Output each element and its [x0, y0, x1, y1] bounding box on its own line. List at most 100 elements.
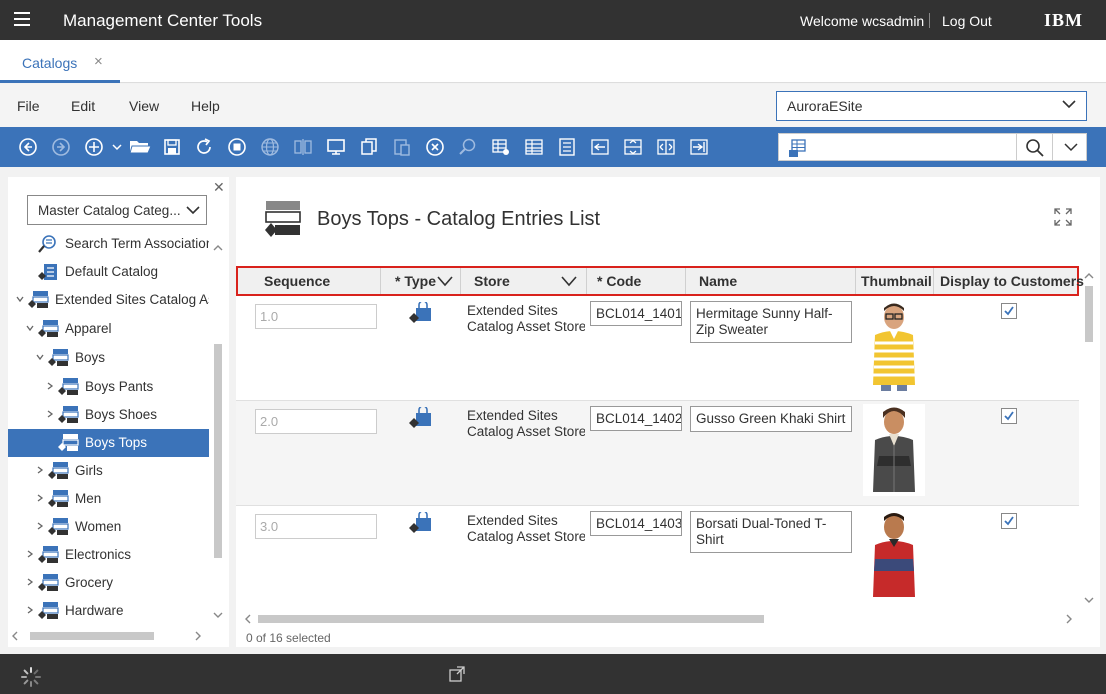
product-thumbnail[interactable]: [863, 509, 925, 601]
stop-icon[interactable]: [227, 137, 247, 157]
menu-file[interactable]: File: [17, 98, 40, 114]
caret-right-icon[interactable]: [46, 382, 54, 390]
properties-icon[interactable]: [557, 137, 577, 157]
product-thumbnail[interactable]: [863, 299, 925, 391]
caret-right-icon[interactable]: [36, 522, 44, 530]
move-right-icon[interactable]: [689, 137, 709, 157]
display-checkbox[interactable]: [1001, 303, 1017, 319]
table-row[interactable]: 1.0 Extended Sites Catalog Asset Store BC…: [236, 296, 1079, 401]
tree-item[interactable]: Hardware: [8, 597, 209, 625]
sequence-input[interactable]: 1.0: [255, 304, 377, 329]
caret-right-icon[interactable]: [26, 606, 34, 614]
chevron-down-icon[interactable]: [437, 274, 453, 288]
menu-help[interactable]: Help: [191, 98, 220, 114]
sequence-input[interactable]: 2.0: [255, 409, 377, 434]
store-select-value: AuroraESite: [787, 98, 863, 114]
tree-item[interactable]: Grocery: [8, 569, 209, 597]
column-thumbnail[interactable]: Thumbnail: [856, 268, 934, 294]
column-sequence[interactable]: Sequence: [238, 268, 381, 294]
back-icon[interactable]: [18, 137, 38, 157]
chevron-down-icon[interactable]: [1064, 140, 1078, 154]
tree-item[interactable]: Women: [8, 513, 209, 541]
split-icon[interactable]: [656, 137, 676, 157]
maximize-icon[interactable]: [1053, 207, 1073, 227]
move-up-down-icon[interactable]: [623, 137, 643, 157]
logout-link[interactable]: Log Out: [942, 13, 992, 29]
popout-icon[interactable]: [449, 666, 465, 682]
explorer-filter-select[interactable]: Master Catalog Categ...: [27, 195, 207, 225]
tree-item[interactable]: Electronics: [8, 541, 209, 569]
column-store[interactable]: Store: [461, 268, 587, 294]
caret-right-icon[interactable]: [26, 578, 34, 586]
tree-horizontal-scrollbar[interactable]: [8, 627, 229, 645]
column-display-to-customers[interactable]: Display to Customers: [934, 268, 1084, 294]
tree-item[interactable]: Boys Tops: [8, 429, 209, 457]
tree-item[interactable]: Girls: [8, 457, 209, 485]
preview-icon[interactable]: [326, 137, 346, 157]
name-input[interactable]: Gusso Green Khaki Shirt: [690, 406, 852, 432]
name-input[interactable]: Borsati Dual-Toned T-Shirt: [690, 511, 852, 553]
tree-item-label: Women: [75, 519, 122, 534]
search-icon[interactable]: [1025, 138, 1045, 158]
product-thumbnail[interactable]: [863, 404, 925, 496]
store-select[interactable]: AuroraESite: [776, 91, 1087, 121]
grid-list-icon[interactable]: [524, 137, 544, 157]
tree-item[interactable]: Boys Pants: [8, 373, 209, 401]
globe-icon[interactable]: [260, 137, 280, 157]
delete-icon[interactable]: [425, 137, 445, 157]
caret-right-icon[interactable]: [26, 550, 34, 558]
column-code[interactable]: * Code: [587, 268, 686, 294]
paste-icon[interactable]: [392, 137, 412, 157]
code-input[interactable]: BCL014_1403: [590, 511, 682, 536]
tree-item[interactable]: Boys: [8, 344, 209, 372]
save-icon[interactable]: [162, 137, 182, 157]
category-icon: [38, 320, 59, 337]
display-checkbox[interactable]: [1001, 408, 1017, 424]
column-name[interactable]: Name: [686, 268, 856, 294]
forward-icon[interactable]: [51, 137, 71, 157]
caret-down-icon[interactable]: [16, 295, 24, 303]
code-input[interactable]: BCL014_1401: [590, 301, 682, 326]
grid-config-icon[interactable]: [491, 137, 511, 157]
open-icon[interactable]: [128, 137, 152, 157]
menu-edit[interactable]: Edit: [71, 98, 95, 114]
find-icon[interactable]: [458, 137, 478, 157]
new-icon[interactable]: [84, 137, 104, 157]
search-input[interactable]: [815, 135, 1015, 159]
caret-right-icon[interactable]: [46, 410, 54, 418]
tree-item[interactable]: Extended Sites Catalog Asset Store: [8, 286, 209, 314]
column-type[interactable]: * Type: [381, 268, 461, 294]
caret-right-icon[interactable]: [36, 494, 44, 502]
tree-item[interactable]: Default Catalog: [8, 258, 209, 286]
table-row[interactable]: 3.0 Extended Sites Catalog Asset Store BC…: [236, 506, 1079, 610]
tab-close-icon[interactable]: ×: [94, 53, 103, 70]
close-icon[interactable]: ✕: [213, 179, 225, 196]
sequence-input[interactable]: 3.0: [255, 514, 377, 539]
grid-vertical-scrollbar[interactable]: [1080, 266, 1098, 610]
tree-item[interactable]: Boys Shoes: [8, 401, 209, 429]
tree-item[interactable]: Men: [8, 485, 209, 513]
caret-right-icon[interactable]: [36, 466, 44, 474]
tree-item[interactable]: Search Term Associations: [8, 230, 209, 258]
compare-icon[interactable]: [293, 137, 313, 157]
table-row[interactable]: 2.0 Extended Sites Catalog Asset Store BC…: [236, 401, 1079, 506]
search-type-icon[interactable]: [789, 138, 811, 158]
display-checkbox[interactable]: [1001, 513, 1017, 529]
name-input[interactable]: Hermitage Sunny Half-Zip Sweater: [690, 301, 852, 343]
hamburger-menu-icon[interactable]: [14, 12, 30, 26]
code-input[interactable]: BCL014_1402: [590, 406, 682, 431]
chevron-down-icon[interactable]: [561, 274, 577, 288]
caret-down-icon[interactable]: [36, 353, 44, 361]
menu-view[interactable]: View: [129, 98, 159, 114]
category-icon: [58, 406, 79, 423]
caret-down-icon[interactable]: [26, 324, 34, 332]
tree-item[interactable]: Apparel: [8, 315, 209, 343]
move-left-icon[interactable]: [590, 137, 610, 157]
tree-vertical-scrollbar[interactable]: [211, 237, 225, 627]
grid-horizontal-scrollbar[interactable]: [236, 610, 1079, 628]
copy-icon[interactable]: [359, 137, 379, 157]
tab-catalogs[interactable]: Catalogs ×: [0, 40, 120, 83]
refresh-icon[interactable]: [194, 137, 214, 157]
new-dropdown-icon[interactable]: [107, 137, 122, 157]
tree-item-label: Search Term Associations: [65, 236, 209, 251]
